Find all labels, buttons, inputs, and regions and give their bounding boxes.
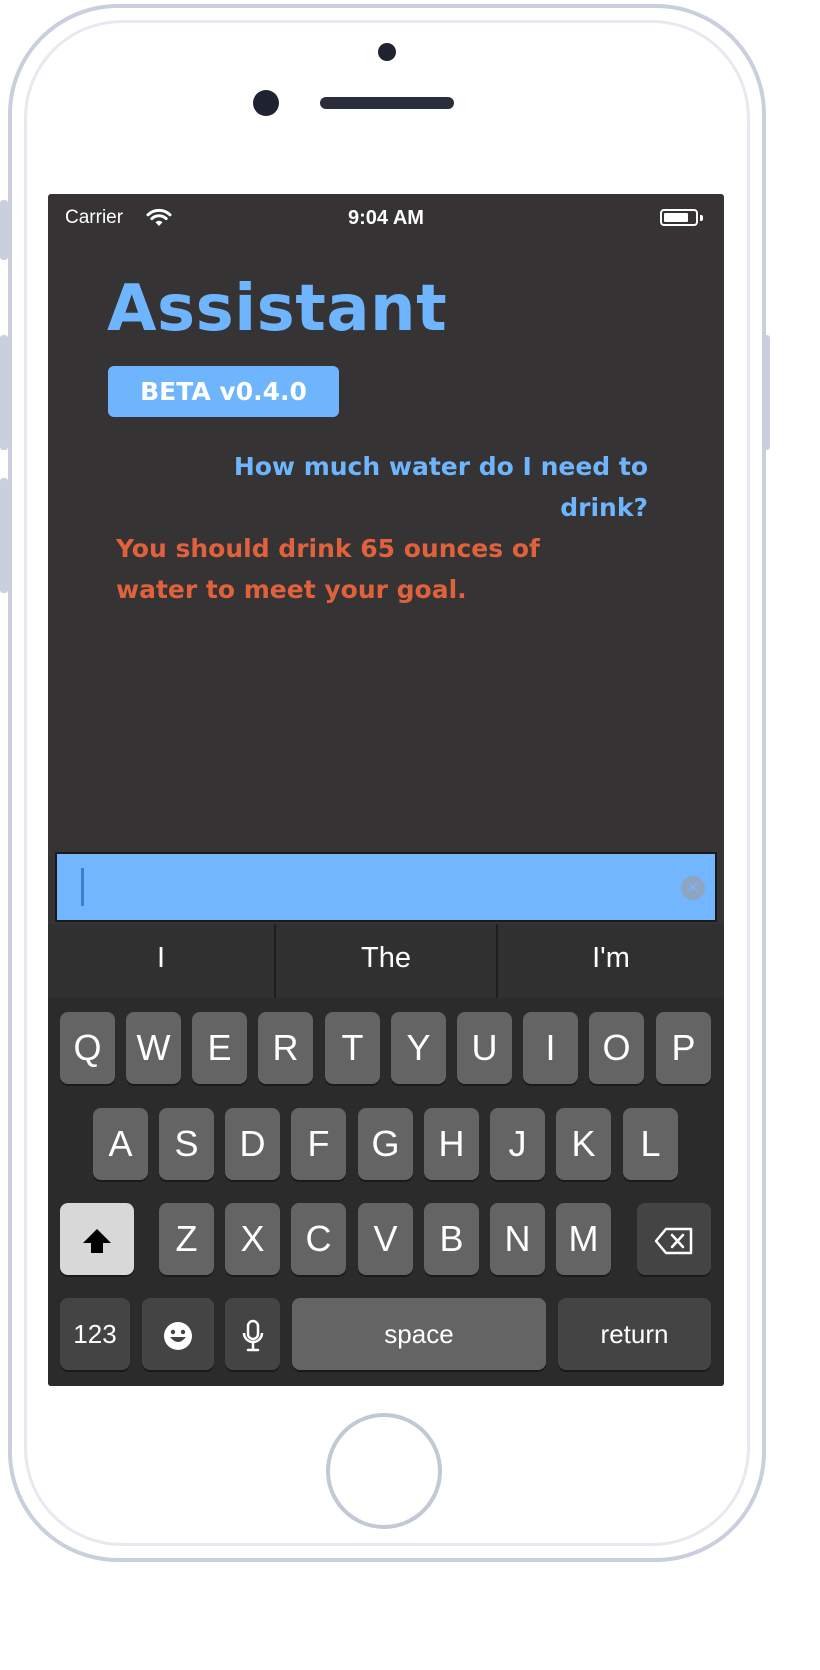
proximity-sensor: [378, 43, 396, 61]
key-u[interactable]: U: [457, 1012, 512, 1084]
shift-key[interactable]: [60, 1203, 134, 1275]
backspace-icon: [654, 1218, 694, 1259]
key-j[interactable]: J: [490, 1108, 545, 1180]
message-input[interactable]: ✕: [55, 852, 717, 922]
key-q[interactable]: Q: [60, 1012, 115, 1084]
return-key[interactable]: return: [558, 1298, 711, 1370]
battery-icon: [660, 209, 698, 226]
key-y[interactable]: Y: [391, 1012, 446, 1084]
key-p[interactable]: P: [656, 1012, 711, 1084]
delete-key[interactable]: [637, 1203, 711, 1275]
version-badge: BETA v0.4.0: [108, 366, 339, 417]
key-f[interactable]: F: [291, 1108, 346, 1180]
key-s[interactable]: S: [159, 1108, 214, 1180]
emoji-key[interactable]: [142, 1298, 214, 1370]
microphone-icon: [241, 1313, 265, 1354]
key-h[interactable]: H: [424, 1108, 479, 1180]
key-e[interactable]: E: [192, 1012, 247, 1084]
clear-circle-icon[interactable]: ✕: [681, 876, 705, 900]
keyboard: I The I'm Q W E R T Y U I O P A S D F G …: [48, 924, 724, 1386]
dictation-key[interactable]: [225, 1298, 280, 1370]
key-x[interactable]: X: [225, 1203, 280, 1275]
key-g[interactable]: G: [358, 1108, 413, 1180]
key-l[interactable]: L: [623, 1108, 678, 1180]
earpiece-speaker: [320, 97, 454, 109]
space-key[interactable]: space: [292, 1298, 546, 1370]
key-r[interactable]: R: [258, 1012, 313, 1084]
user-message: How much water do I need to drink?: [233, 452, 648, 522]
key-z[interactable]: Z: [159, 1203, 214, 1275]
screen: Carrier 9:04 AM Assistant BETA v0.4.0 Ho…: [48, 194, 724, 1386]
key-b[interactable]: B: [424, 1203, 479, 1275]
front-camera: [253, 90, 279, 116]
app-title: Assistant: [107, 272, 448, 346]
volume-down-button: [0, 478, 8, 593]
phone-side-button: [0, 200, 8, 260]
text-caret: [81, 868, 84, 906]
shift-arrow-icon: [81, 1218, 113, 1259]
suggestion-2[interactable]: The: [276, 924, 496, 998]
emoji-icon: [162, 1313, 194, 1354]
home-button[interactable]: [326, 1413, 442, 1529]
battery-tip: [700, 215, 703, 221]
suggestion-bar: I The I'm: [48, 924, 724, 998]
key-w[interactable]: W: [126, 1012, 181, 1084]
key-i[interactable]: I: [523, 1012, 578, 1084]
volume-up-button: [0, 335, 8, 450]
numbers-key[interactable]: 123: [60, 1298, 130, 1370]
key-n[interactable]: N: [490, 1203, 545, 1275]
key-v[interactable]: V: [358, 1203, 413, 1275]
key-t[interactable]: T: [325, 1012, 380, 1084]
key-m[interactable]: M: [556, 1203, 611, 1275]
key-d[interactable]: D: [225, 1108, 280, 1180]
status-time: 9:04 AM: [348, 207, 424, 229]
key-c[interactable]: C: [291, 1203, 346, 1275]
key-o[interactable]: O: [589, 1012, 644, 1084]
suggestion-3[interactable]: I'm: [498, 924, 724, 998]
key-k[interactable]: K: [556, 1108, 611, 1180]
suggestion-1[interactable]: I: [48, 924, 274, 998]
assistant-message: You should drink 65 ounces of water to m…: [116, 534, 540, 604]
key-a[interactable]: A: [93, 1108, 148, 1180]
status-bar: Carrier 9:04 AM: [48, 194, 724, 242]
